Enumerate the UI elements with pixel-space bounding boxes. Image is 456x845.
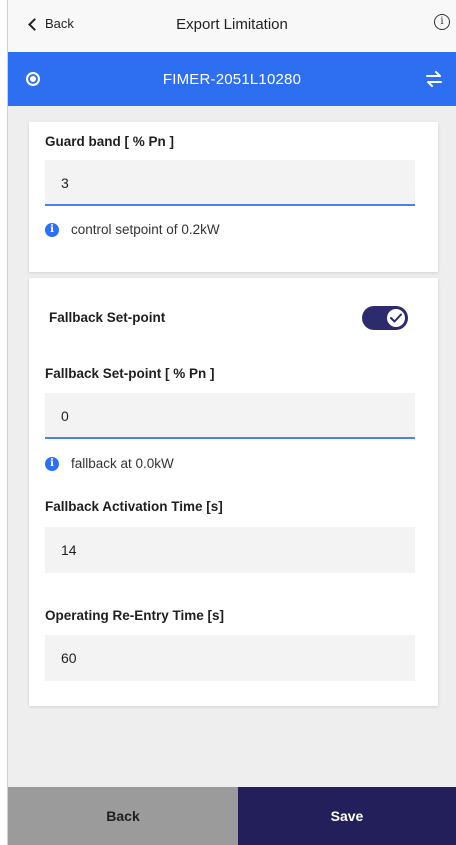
check-icon	[390, 313, 402, 323]
guard-band-card: Guard band [ % Pn ] 3 i control setpoint…	[29, 122, 438, 272]
guard-band-hint-text: control setpoint of 0.2kW	[71, 222, 220, 237]
swap-arrows-icon[interactable]	[424, 69, 444, 89]
info-icon[interactable]: i	[434, 14, 450, 30]
fallback-setpoint-hint: i fallback at 0.0kW	[45, 456, 174, 471]
fallback-card: Fallback Set-point Fallback Set-point [ …	[29, 278, 438, 706]
fallback-toggle-label: Fallback Set-point	[49, 310, 166, 325]
guard-band-input[interactable]: 3	[45, 160, 415, 206]
footer-bar: Back Save	[8, 787, 456, 845]
toggle-knob	[387, 309, 405, 327]
fallback-setpoint-input[interactable]: 0	[45, 393, 415, 439]
save-button[interactable]: Save	[238, 787, 456, 845]
info-icon: i	[45, 222, 59, 237]
back-button[interactable]: Back	[8, 787, 238, 845]
activation-time-label: Fallback Activation Time [s]	[45, 499, 223, 514]
reentry-time-label: Operating Re-Entry Time [s]	[45, 608, 225, 623]
device-name: FIMER-2051L10280	[162, 71, 302, 88]
info-icon: i	[45, 456, 59, 471]
guard-band-hint: i control setpoint of 0.2kW	[45, 222, 220, 237]
fallback-setpoint-hint-text: fallback at 0.0kW	[71, 456, 174, 471]
activation-time-input[interactable]: 14	[45, 527, 415, 573]
app-screen: Back Export Limitation i FIMER-2051L1028…	[7, 0, 456, 845]
device-bar: FIMER-2051L10280	[8, 52, 456, 106]
reentry-time-input[interactable]: 60	[45, 635, 415, 681]
fallback-setpoint-label: Fallback Set-point [ % Pn ]	[45, 366, 215, 381]
page-title: Export Limitation	[176, 16, 288, 33]
guard-band-label: Guard band [ % Pn ]	[45, 134, 175, 149]
fallback-toggle[interactable]	[362, 306, 408, 330]
top-bar: Back Export Limitation i	[8, 0, 456, 52]
